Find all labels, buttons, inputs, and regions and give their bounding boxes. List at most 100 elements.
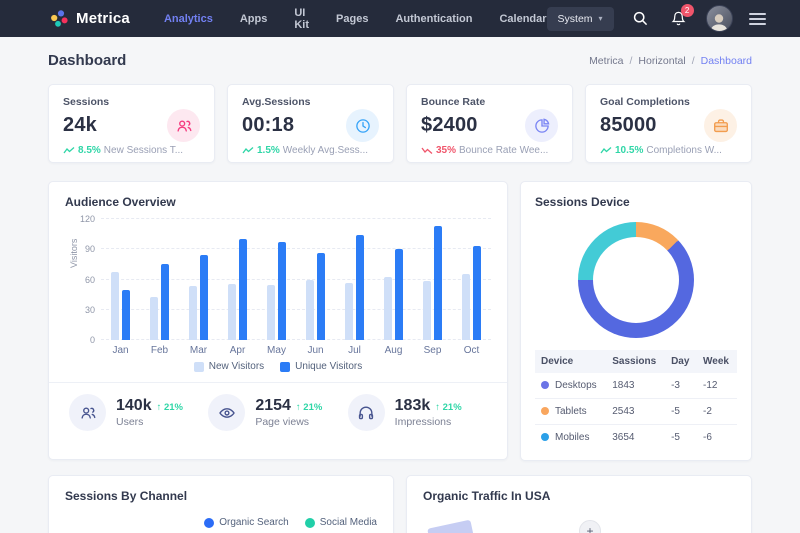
mini-stat-label: Page views (255, 416, 322, 428)
device-table-header-day: Day (665, 350, 697, 373)
device-color-dot (541, 433, 549, 441)
x-tick-label: Jun (296, 345, 335, 356)
bar-new-visitors (462, 274, 470, 340)
bar-unique-visitors (395, 249, 403, 340)
channel-legend: Organic Search Social Media (65, 517, 377, 528)
x-tick-label: Jan (101, 345, 140, 356)
nav-item-calendar[interactable]: Calendar (499, 13, 546, 25)
x-axis-labels: JanFebMarAprMayJunJulAugSepOct (101, 345, 491, 356)
map-zoom-in-button[interactable]: + (579, 520, 601, 533)
headphones-icon (348, 394, 385, 431)
bar-group-may (257, 219, 296, 340)
trend-description: Weekly Avg.Sess... (283, 145, 368, 156)
legend-label: Unique Visitors (295, 361, 362, 372)
stat-value: $2400 (421, 114, 478, 137)
bar-group-oct (452, 219, 491, 340)
table-row-desktops: Desktops1843-3-12 (535, 373, 737, 399)
bar-new-visitors (345, 283, 353, 340)
bar-unique-visitors (356, 235, 364, 340)
breadcrumb-separator: / (630, 55, 633, 67)
topbar-right: System ▾ 2 (547, 5, 766, 32)
nav-item-ui-kit[interactable]: UI Kit (294, 7, 309, 31)
stat-card-goal-completions: Goal Completions8500010.5%Completions W.… (585, 84, 752, 163)
sessions-by-channel-card: Sessions By Channel Organic SearchSocial… (48, 475, 394, 533)
device-cell: Mobiles (535, 425, 606, 451)
mini-stat-value: 140k (116, 397, 152, 415)
device-color-dot (541, 381, 549, 389)
users-icon (69, 394, 106, 431)
dashboard-page: Metrica Analytics Apps UI Kit Pages Authenti… (0, 0, 800, 533)
y-tick-label: 120 (69, 214, 95, 224)
stat-card-avg-sessions: Avg.Sessions00:181.5%Weekly Avg.Sess... (227, 84, 394, 163)
legend-swatch (280, 362, 290, 372)
x-tick-label: Jul (335, 345, 374, 356)
nav-item-pages[interactable]: Pages (336, 13, 368, 25)
y-tick-label: 0 (69, 335, 95, 345)
breadcrumb: Metrica / Horizontal / Dashboard (589, 55, 752, 67)
chevron-down-icon: ▾ (599, 14, 603, 23)
audience-chart-legend: New Visitors Unique Visitors (65, 361, 491, 372)
breadcrumb-item-metrica[interactable]: Metrica (589, 55, 623, 67)
nav-item-analytics[interactable]: Analytics (164, 13, 213, 25)
trend-description: Bounce Rate Wee... (459, 145, 548, 156)
device-cell: Tablets (535, 399, 606, 425)
sessions-cell: 3654 (606, 425, 665, 451)
day-cell: -3 (665, 373, 697, 399)
bar-new-visitors (228, 284, 236, 340)
nav-item-authentication[interactable]: Authentication (395, 13, 472, 25)
audience-bar-chart: Visitors 0306090120 (101, 219, 491, 340)
legend-item-organic-search[interactable]: Organic Search (204, 517, 288, 528)
main-nav: Analytics Apps UI Kit Pages Authentication Ca… (164, 7, 547, 31)
bar-new-visitors (150, 297, 158, 340)
legend-item-unique-visitors[interactable]: Unique Visitors (280, 361, 362, 372)
breadcrumb-item-horizontal[interactable]: Horizontal (638, 55, 685, 67)
stat-label: Sessions (63, 96, 200, 108)
bell-icon[interactable]: 2 (668, 8, 690, 30)
x-tick-label: Aug (374, 345, 413, 356)
mini-stat-label: Impressions (395, 416, 462, 428)
trend-description: Completions W... (646, 145, 722, 156)
bar-group-jan (101, 219, 140, 340)
bar-new-visitors (384, 277, 392, 340)
y-tick-label: 90 (69, 244, 95, 254)
audience-overview-card: Audience Overview Visitors 0306090120 Ja… (48, 181, 508, 460)
mini-stat-value: 183k (395, 397, 431, 415)
bar-new-visitors (111, 272, 119, 340)
legend-item-social-media[interactable]: Social Media (305, 517, 377, 528)
week-cell: -6 (697, 425, 737, 451)
x-tick-label: Feb (140, 345, 179, 356)
legend-dot (204, 518, 214, 528)
bar-unique-visitors (161, 264, 169, 340)
system-dropdown[interactable]: System ▾ (547, 7, 614, 31)
pie-chart-icon (525, 109, 558, 142)
bar-group-jun (296, 219, 335, 340)
breadcrumb-separator: / (692, 55, 695, 67)
nav-item-apps[interactable]: Apps (240, 13, 268, 25)
device-table-header-device: Device (535, 350, 606, 373)
brand[interactable]: Metrica (50, 9, 130, 28)
legend-swatch (194, 362, 204, 372)
clock-icon (346, 109, 379, 142)
page-title: Dashboard (48, 52, 126, 69)
x-tick-label: Apr (218, 345, 257, 356)
breadcrumb-item-dashboard[interactable]: Dashboard (701, 55, 752, 67)
week-cell: -12 (697, 373, 737, 399)
title-row: Dashboard Metrica / Horizontal / Dashboard (48, 52, 752, 69)
users-icon (167, 109, 200, 142)
eye-icon (208, 394, 245, 431)
search-icon[interactable] (630, 8, 652, 30)
x-tick-label: May (257, 345, 296, 356)
organic-traffic-title: Organic Traffic In USA (423, 489, 735, 503)
bar-group-feb (140, 219, 179, 340)
bar-unique-visitors (278, 242, 286, 340)
sessions-device-title: Sessions Device (535, 195, 737, 209)
trend-percent: 1.5% (257, 145, 280, 156)
menu-icon[interactable] (749, 13, 766, 25)
usa-map-fragment (427, 520, 475, 533)
donut-hole (593, 237, 679, 323)
legend-item-new-visitors[interactable]: New Visitors (194, 361, 264, 372)
week-cell: -2 (697, 399, 737, 425)
bar-new-visitors (306, 280, 314, 341)
avatar[interactable] (706, 5, 733, 32)
y-tick-label: 30 (69, 305, 95, 315)
